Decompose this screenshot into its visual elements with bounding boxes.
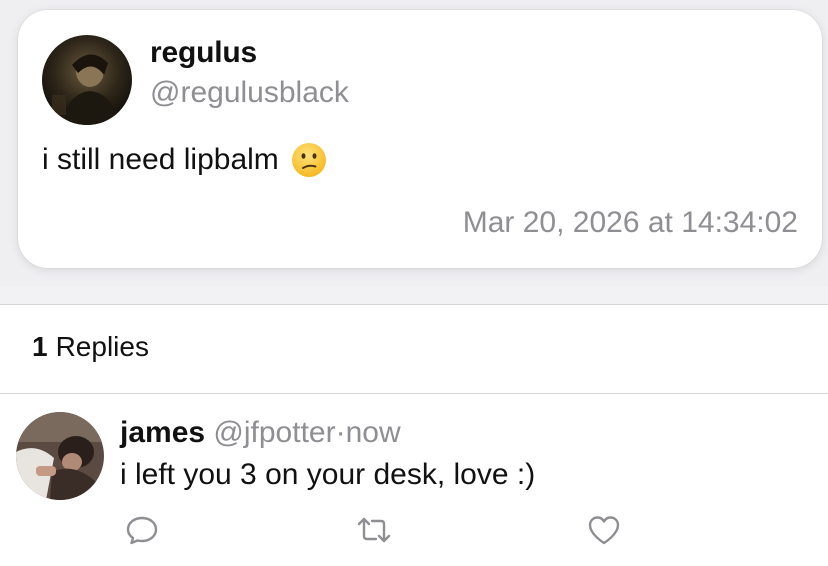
reply-time: now: [345, 416, 401, 449]
reply-text: i left you 3 on your desk, love :): [120, 458, 536, 491]
post-text: i still need lipbalm: [42, 143, 279, 176]
replies-header: 1 Replies: [32, 331, 149, 363]
reply-author-name[interactable]: james: [120, 416, 205, 449]
heart-icon: [586, 512, 622, 553]
comment-icon: [124, 512, 160, 553]
author-avatar[interactable]: [42, 35, 132, 125]
replies-count: 1: [32, 331, 48, 362]
page: regulus @regulusblack i still need lipba…: [0, 0, 828, 566]
reply-author-handle[interactable]: @jfpotter: [213, 416, 335, 449]
like-button[interactable]: [584, 512, 624, 552]
replies-label: Replies: [55, 331, 149, 362]
author-handle[interactable]: @regulusblack: [150, 76, 349, 110]
retweet-icon: [355, 512, 393, 553]
post-area: regulus @regulusblack i still need lipba…: [0, 0, 828, 286]
reply-avatar[interactable]: [16, 412, 104, 500]
reply-actions: [0, 512, 828, 552]
comment-button[interactable]: [122, 512, 162, 552]
post-timestamp: Mar 20, 2026 at 14:34:02: [462, 206, 798, 239]
reply-meta: james @jfpotter·now: [120, 416, 401, 450]
retweet-button[interactable]: [354, 512, 394, 552]
author-name[interactable]: regulus: [150, 36, 257, 70]
reply-separator: ·: [335, 416, 346, 449]
post-body: i still need lipbalm: [42, 142, 327, 178]
confused-face-icon: [291, 142, 327, 178]
post-card[interactable]: regulus @regulusblack i still need lipba…: [18, 10, 822, 268]
replies-section: 1Replies james @jfpotter·now i left you: [0, 304, 828, 566]
reply-item[interactable]: james @jfpotter·now i left you 3 on your…: [0, 394, 828, 566]
